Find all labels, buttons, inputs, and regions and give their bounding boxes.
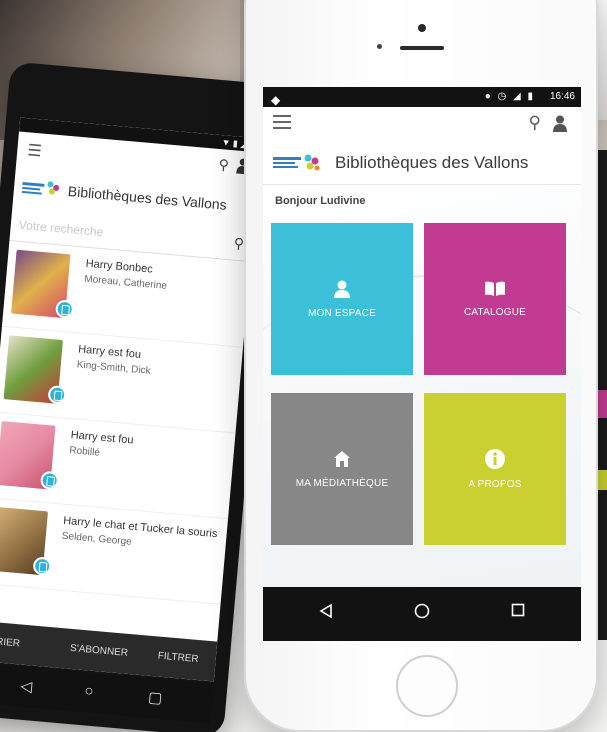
book-type-icon: [32, 556, 52, 576]
background-tile-lime: [597, 470, 607, 490]
tile-ma-mediatheque[interactable]: MA MÉDIATHÈQUE: [271, 393, 413, 545]
book-type-icon: [47, 385, 67, 405]
left-back-icon[interactable]: ◁: [20, 677, 33, 696]
book-icon: [485, 281, 505, 296]
result-title: Harry Bonbec: [85, 257, 154, 276]
status-time: 16:46: [549, 91, 575, 102]
front-camera: [418, 24, 426, 32]
background-tile-pink: [597, 390, 607, 418]
left-phone: ▼ ▮ ◢ ▮ ☰ ⚲ Bibliothèques des Vallons Vo…: [0, 61, 281, 732]
user-account-icon[interactable]: [553, 115, 567, 132]
front-sensor: [377, 44, 382, 49]
physical-home-button[interactable]: [396, 655, 458, 717]
filter-button[interactable]: FILTRER: [157, 651, 199, 666]
left-menu-icon[interactable]: ☰: [27, 140, 43, 161]
recents-icon[interactable]: [511, 603, 525, 617]
library-logo-icon: [21, 181, 60, 195]
home-icon[interactable]: [414, 603, 430, 619]
tile-label: A PROPOS: [468, 478, 522, 490]
sort-button[interactable]: ↑ TRIER: [0, 635, 20, 649]
user-icon: [334, 280, 350, 298]
library-logo-icon: [273, 154, 320, 170]
result-title: Harry est fou: [77, 343, 142, 361]
info-icon: [485, 448, 505, 469]
status-bar: ◆ ● ◷ ◢ ▮ 16:46: [263, 87, 581, 107]
brand-header: Bibliothèques des Vallons: [263, 141, 581, 185]
tile-mon-espace[interactable]: MON ESPACE: [271, 223, 413, 375]
left-results-list: Harry Bonbec Moreau, Catherine Harry est…: [0, 241, 251, 605]
main-phone: ◆ ● ◷ ◢ ▮ 16:46 ⚲ Bibliothèques des Vall…: [244, 0, 598, 732]
earpiece-speaker: [400, 46, 444, 50]
subscribe-button[interactable]: S'ABONNER: [70, 643, 129, 659]
book-type-icon: [54, 299, 75, 319]
android-nav-bar: [263, 587, 581, 641]
left-search-icon[interactable]: ⚲: [218, 156, 230, 174]
tile-catalogue[interactable]: CATALOGUE: [424, 223, 566, 375]
result-author: Selden, George: [61, 530, 133, 548]
main-phone-screen: ◆ ● ◷ ◢ ▮ 16:46 ⚲ Bibliothèques des Vall…: [263, 87, 581, 641]
house-icon: [334, 450, 350, 467]
status-icons: ● ◷ ◢ ▮: [484, 91, 535, 102]
left-phone-screen: ▼ ▮ ◢ ▮ ☰ ⚲ Bibliothèques des Vallons Vo…: [0, 117, 262, 682]
result-author: King-Smith, Dick: [76, 359, 151, 377]
tile-label: MON ESPACE: [308, 307, 376, 319]
app-toolbar: ⚲: [263, 107, 581, 141]
left-recents-icon[interactable]: ▢: [147, 688, 163, 707]
result-author: Robillé: [68, 445, 101, 459]
book-type-icon: [39, 470, 60, 491]
tile-label: CATALOGUE: [464, 306, 526, 318]
result-title: Harry est fou: [70, 429, 134, 447]
left-brand-title: Bibliothèques des Vallons: [67, 182, 228, 213]
back-icon[interactable]: [319, 603, 333, 619]
tile-a-propos[interactable]: A PROPOS: [424, 393, 566, 545]
left-search-placeholder: Votre recherche: [18, 217, 104, 240]
greeting-text: Bonjour Ludivine: [275, 195, 366, 207]
brand-title: Bibliothèques des Vallons: [335, 152, 529, 172]
left-home-icon[interactable]: ○: [84, 682, 95, 700]
menu-icon[interactable]: [273, 115, 291, 129]
result-author: Moreau, Catherine: [83, 273, 168, 292]
home-content: Bonjour Ludivine MON ESPACE CATALOGUE MA…: [263, 185, 581, 621]
tile-label: MA MÉDIATHÈQUE: [295, 477, 389, 489]
search-icon[interactable]: ⚲: [529, 113, 541, 133]
